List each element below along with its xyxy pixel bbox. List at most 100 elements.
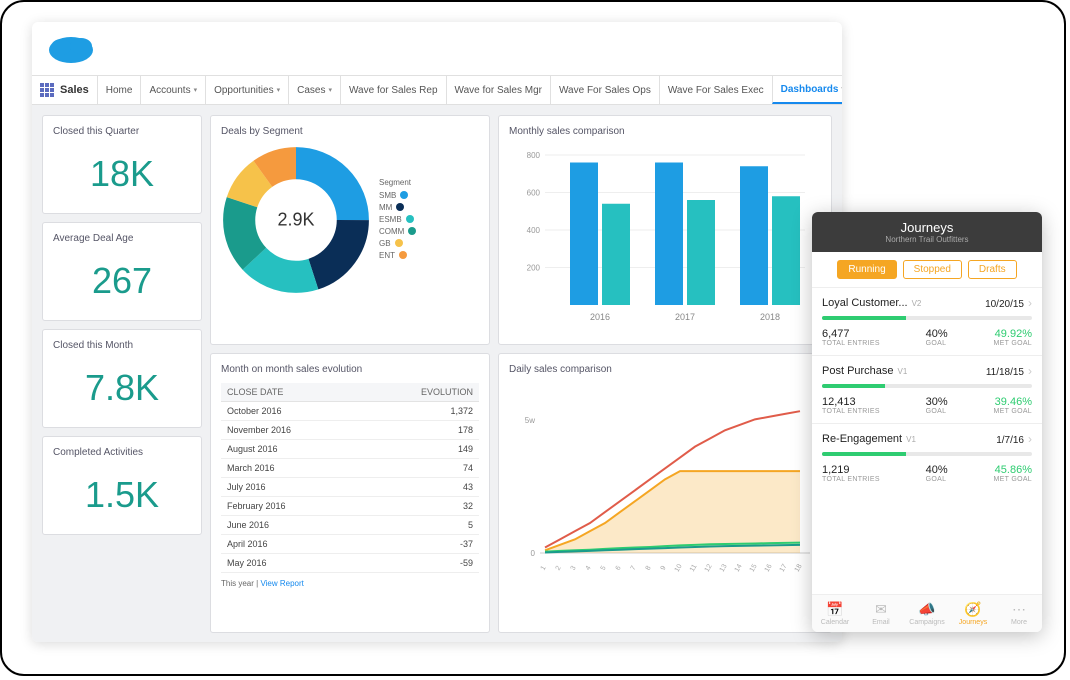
daily-sales-card: Daily sales comparison 05w12345678910111…	[498, 353, 832, 633]
table-row[interactable]: October 20161,372	[221, 402, 479, 421]
app-launcher[interactable]: Sales	[32, 83, 97, 97]
nav-tab-home[interactable]: Home	[97, 76, 141, 104]
nav-tab-opportunities[interactable]: Opportunities▾	[205, 76, 288, 104]
table-row[interactable]: February 201632	[221, 497, 479, 516]
filter-running[interactable]: Running	[837, 260, 896, 279]
table-row[interactable]: August 2016149	[221, 440, 479, 459]
salesforce-logo	[46, 32, 96, 66]
table-row[interactable]: July 201643	[221, 478, 479, 497]
table-row[interactable]: April 2016-37	[221, 535, 479, 554]
svg-text:0: 0	[531, 549, 536, 558]
journey-item[interactable]: Re-EngagementV11/7/16›1,219TOTAL ENTRIES…	[812, 423, 1042, 491]
journey-list: Loyal Customer...V210/20/15›6,477TOTAL E…	[812, 287, 1042, 491]
chevron-down-icon: ▾	[328, 86, 332, 94]
mnav-journeys[interactable]: 🧭Journeys	[950, 595, 996, 632]
col-close-date: CLOSE DATE	[221, 383, 361, 402]
nav-tab-wave-for-sales-exec[interactable]: Wave For Sales Exec	[659, 76, 772, 104]
svg-text:10: 10	[674, 563, 684, 573]
card-title: Month on month sales evolution	[221, 364, 479, 375]
goal-value: 40%	[926, 328, 948, 340]
nav-tab-cases[interactable]: Cases▾	[288, 76, 340, 104]
svg-text:13: 13	[719, 563, 729, 573]
journey-version: V1	[898, 367, 908, 376]
svg-text:17: 17	[779, 563, 789, 573]
svg-text:200: 200	[527, 264, 541, 273]
kpi-value: 1.5K	[53, 466, 191, 524]
footer-text: This year	[221, 579, 254, 588]
table-row[interactable]: November 2016178	[221, 421, 479, 440]
sales-evolution-card: Month on month sales evolution CLOSE DAT…	[210, 353, 490, 633]
svg-text:15: 15	[749, 563, 759, 573]
chevron-right-icon: ›	[1028, 296, 1032, 310]
kpi-column: Closed this Quarter18K Average Deal Age 26…	[42, 115, 202, 637]
svg-text:2: 2	[555, 565, 563, 572]
app-name: Sales	[60, 84, 89, 96]
journey-version: V1	[906, 435, 916, 444]
mnav-more[interactable]: ⋯More	[996, 595, 1042, 632]
svg-text:11: 11	[689, 563, 699, 573]
kpi-title: Average Deal Age	[53, 233, 191, 244]
view-report-link[interactable]: View Report	[260, 579, 303, 588]
dashboard-body: Closed this Quarter18KAverage Deal Age26…	[32, 105, 842, 642]
legend-item[interactable]: MM	[379, 203, 416, 212]
goal-value: 30%	[926, 396, 948, 408]
nav-tabs: HomeAccounts▾Opportunities▾Cases▾Wave fo…	[97, 76, 842, 104]
progress-bar	[822, 384, 1032, 388]
nav-tab-wave-for-sales-mgr[interactable]: Wave for Sales Mgr	[446, 76, 550, 104]
journey-date: 10/20/15	[985, 299, 1024, 310]
kpi-card: Closed this Quarter18K	[42, 115, 202, 214]
svg-text:600: 600	[527, 189, 541, 198]
mobile-header: Journeys Northern Trail Outfitters	[812, 212, 1042, 252]
mnav-campaigns[interactable]: 📣Campaigns	[904, 595, 950, 632]
legend-item[interactable]: ESMB	[379, 215, 416, 224]
nav-tab-wave-for-sales-ops[interactable]: Wave For Sales Ops	[550, 76, 659, 104]
legend-item[interactable]: SMB	[379, 191, 416, 200]
kpi-value: 267	[53, 252, 191, 310]
kpi-title: Completed Activities	[53, 447, 191, 458]
legend-swatch	[395, 239, 403, 247]
svg-text:12: 12	[704, 563, 714, 573]
table-row[interactable]: June 20165	[221, 516, 479, 535]
legend-swatch	[406, 215, 414, 223]
svg-text:5: 5	[600, 565, 608, 572]
svg-text:18: 18	[794, 563, 804, 573]
journey-name: Loyal Customer...	[822, 297, 908, 309]
legend-item[interactable]: GB	[379, 239, 416, 248]
svg-text:8: 8	[645, 565, 653, 572]
table-footer: This year | View Report	[221, 579, 479, 588]
monthly-sales-card: Monthly sales comparison 200400600800201…	[498, 115, 832, 345]
nav-tab-accounts[interactable]: Accounts▾	[140, 76, 205, 104]
donut-center-value: 2.9K	[277, 210, 314, 231]
chevron-right-icon: ›	[1028, 432, 1032, 446]
mnav-email[interactable]: ✉Email	[858, 595, 904, 632]
journey-item[interactable]: Post PurchaseV111/18/15›12,413TOTAL ENTR…	[812, 355, 1042, 423]
svg-text:16: 16	[764, 563, 774, 573]
donut-chart: 2.9K	[221, 145, 371, 295]
nav-tab-wave-for-sales-rep[interactable]: Wave for Sales Rep	[340, 76, 446, 104]
nav-tab-dashboards[interactable]: Dashboards▾	[772, 76, 842, 104]
svg-text:5w: 5w	[525, 416, 535, 425]
table-row[interactable]: May 2016-59	[221, 554, 479, 573]
svg-text:3: 3	[570, 565, 578, 572]
middle-column: Deals by Segment 2.9K Segment SMBMMESMBC…	[210, 115, 490, 637]
met-goal-value: 39.46%	[994, 396, 1032, 408]
card-title: Monthly sales comparison	[509, 126, 821, 137]
legend-title: Segment	[379, 178, 416, 187]
legend-swatch	[396, 203, 404, 211]
legend-item[interactable]: COMM	[379, 227, 416, 236]
col-evolution: EVOLUTION	[361, 383, 479, 402]
journey-date: 11/18/15	[986, 367, 1024, 378]
deals-by-segment-card: Deals by Segment 2.9K Segment SMBMMESMBC…	[210, 115, 490, 345]
legend-item[interactable]: ENT	[379, 251, 416, 260]
mobile-bottom-nav: 📅Calendar✉Email📣Campaigns🧭Journeys⋯More	[812, 594, 1042, 632]
email-icon: ✉	[858, 601, 904, 618]
right-column: Monthly sales comparison 200400600800201…	[498, 115, 832, 637]
table-row[interactable]: March 201674	[221, 459, 479, 478]
svg-text:400: 400	[527, 226, 541, 235]
filter-stopped[interactable]: Stopped	[903, 260, 962, 279]
filter-drafts[interactable]: Drafts	[968, 260, 1017, 279]
evolution-table: CLOSE DATEEVOLUTION October 20161,372Nov…	[221, 383, 479, 573]
journey-item[interactable]: Loyal Customer...V210/20/15›6,477TOTAL E…	[812, 287, 1042, 355]
mnav-calendar[interactable]: 📅Calendar	[812, 595, 858, 632]
kpi-title: Closed this Quarter	[53, 126, 191, 137]
